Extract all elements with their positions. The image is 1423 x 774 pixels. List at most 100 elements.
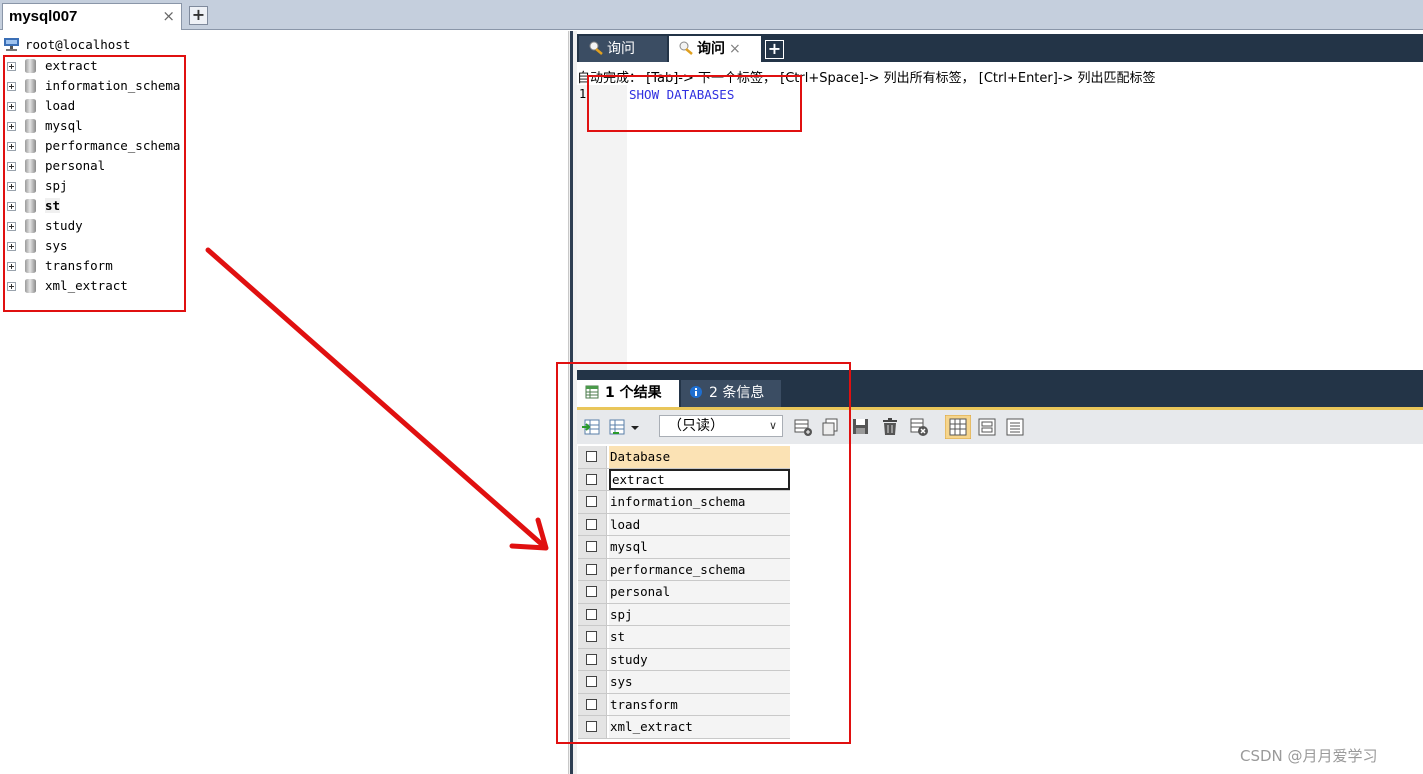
table-row[interactable]: performance_schema	[578, 558, 790, 581]
duplicate-row-icon[interactable]	[821, 417, 841, 437]
table-row[interactable]: sys	[578, 671, 790, 694]
result-grid: Database extract information_schema load my…	[578, 446, 790, 739]
row-checkbox[interactable]	[586, 496, 597, 507]
sql-editor[interactable]: 自动完成： [Tab]-> 下一个标签， [Ctrl+Space]-> 列出所有…	[577, 62, 1423, 370]
cell-database[interactable]: st	[609, 626, 790, 648]
select-all-checkbox[interactable]	[586, 451, 597, 462]
row-checkbox[interactable]	[586, 586, 597, 597]
form-view-icon[interactable]	[977, 417, 997, 437]
server-root-node[interactable]: root@localhost	[3, 37, 130, 53]
query-icon	[679, 41, 693, 55]
database-icon	[25, 219, 36, 233]
table-row[interactable]: personal	[578, 581, 790, 604]
cell-database[interactable]: xml_extract	[609, 716, 790, 738]
table-row[interactable]: xml_extract	[578, 716, 790, 739]
text-view-icon[interactable]	[1005, 417, 1025, 437]
new-query-tab-button[interactable]: +	[765, 40, 784, 59]
cell-database[interactable]: mysql	[609, 536, 790, 558]
tree-item-sys[interactable]: sys	[7, 237, 187, 255]
expand-icon[interactable]	[7, 82, 16, 91]
row-checkbox[interactable]	[586, 563, 597, 575]
database-icon	[25, 179, 36, 193]
tree-item-performance-schema[interactable]: performance_schema	[7, 137, 187, 155]
row-checkbox[interactable]	[586, 518, 597, 530]
tab-results[interactable]: 1 个结果	[577, 380, 679, 407]
table-row[interactable]: information_schema	[578, 491, 790, 514]
tree-item-load[interactable]: load	[7, 97, 187, 115]
discard-changes-icon[interactable]	[909, 417, 929, 437]
row-checkbox[interactable]	[586, 541, 597, 552]
row-checkbox[interactable]	[586, 608, 597, 620]
server-root-label: root@localhost	[25, 37, 131, 52]
row-checkbox[interactable]	[586, 473, 597, 485]
expand-icon[interactable]	[7, 282, 16, 291]
editor-splitter[interactable]	[577, 370, 1423, 378]
close-icon[interactable]: ×	[162, 7, 175, 25]
tree-item-extract[interactable]: extract	[7, 57, 187, 75]
trash-icon[interactable]	[880, 417, 900, 437]
row-checkbox[interactable]	[586, 631, 597, 642]
table-row[interactable]: st	[578, 626, 790, 649]
expand-icon[interactable]	[7, 122, 16, 131]
close-icon[interactable]: ×	[729, 41, 741, 57]
row-select-cell	[578, 491, 607, 513]
expand-icon[interactable]	[7, 262, 16, 271]
row-select-cell	[578, 671, 607, 693]
expand-icon[interactable]	[7, 162, 16, 171]
tree-item-st[interactable]: st	[7, 197, 187, 215]
table-row[interactable]: transform	[578, 693, 790, 716]
save-icon[interactable]	[851, 417, 871, 437]
tree-item-xml-extract[interactable]: xml_extract	[7, 277, 187, 295]
tree-item-personal[interactable]: personal	[7, 157, 187, 175]
tab-messages[interactable]: 2 条信息	[681, 380, 781, 407]
expand-icon[interactable]	[7, 242, 16, 251]
expand-icon[interactable]	[7, 142, 16, 151]
cell-database[interactable]: extract	[609, 468, 790, 490]
row-checkbox[interactable]	[586, 653, 597, 665]
table-row[interactable]: extract	[578, 468, 790, 491]
result-mode-select[interactable]: （只读） ∨	[659, 415, 783, 437]
column-header-database[interactable]: Database	[609, 446, 790, 468]
new-connection-button[interactable]: +	[189, 6, 208, 25]
add-row-icon[interactable]	[793, 417, 813, 437]
table-row[interactable]: study	[578, 648, 790, 671]
cell-database[interactable]: spj	[609, 603, 790, 625]
tree-item-transform[interactable]: transform	[7, 257, 187, 275]
result-tab-strip: 1 个结果 2 条信息	[577, 378, 1423, 410]
row-checkbox[interactable]	[586, 721, 597, 732]
tab-messages-label: 2 条信息	[709, 385, 765, 401]
tree-item-mysql[interactable]: mysql	[7, 117, 187, 135]
expand-icon[interactable]	[7, 102, 16, 111]
cell-database[interactable]: personal	[609, 581, 790, 603]
tree-item-information-schema[interactable]: information_schema	[7, 77, 187, 95]
expand-icon[interactable]	[7, 62, 16, 71]
database-icon	[25, 239, 36, 253]
export-icon[interactable]	[581, 417, 601, 437]
result-mode-value: （只读）	[668, 418, 724, 434]
grid-view-icon[interactable]	[945, 415, 971, 439]
chevron-down-icon[interactable]	[629, 417, 641, 437]
row-checkbox[interactable]	[586, 676, 597, 687]
connection-tab[interactable]: mysql007 ×	[2, 3, 182, 30]
vertical-splitter[interactable]	[568, 31, 577, 774]
table-row[interactable]: spj	[578, 603, 790, 626]
tree-item-study[interactable]: study	[7, 217, 187, 235]
expand-icon[interactable]	[7, 182, 16, 191]
cell-database[interactable]: information_schema	[609, 491, 790, 513]
copy-grid-icon[interactable]	[607, 417, 627, 437]
tree-item-label: xml_extract	[45, 278, 128, 293]
cell-database[interactable]: study	[609, 648, 790, 670]
cell-database[interactable]: load	[609, 513, 790, 535]
table-row[interactable]: mysql	[578, 536, 790, 559]
cell-database[interactable]: sys	[609, 671, 790, 693]
table-row[interactable]: load	[578, 513, 790, 536]
sql-statement[interactable]: SHOW DATABASES	[629, 87, 734, 102]
cell-database[interactable]: performance_schema	[609, 558, 790, 580]
tab-query-2[interactable]: 询问 ×	[669, 36, 761, 62]
tab-query-1[interactable]: 询问	[579, 36, 667, 62]
expand-icon[interactable]	[7, 222, 16, 231]
cell-database[interactable]: transform	[609, 693, 790, 715]
tree-item-spj[interactable]: spj	[7, 177, 187, 195]
expand-icon[interactable]	[7, 202, 16, 211]
row-checkbox[interactable]	[586, 698, 597, 710]
